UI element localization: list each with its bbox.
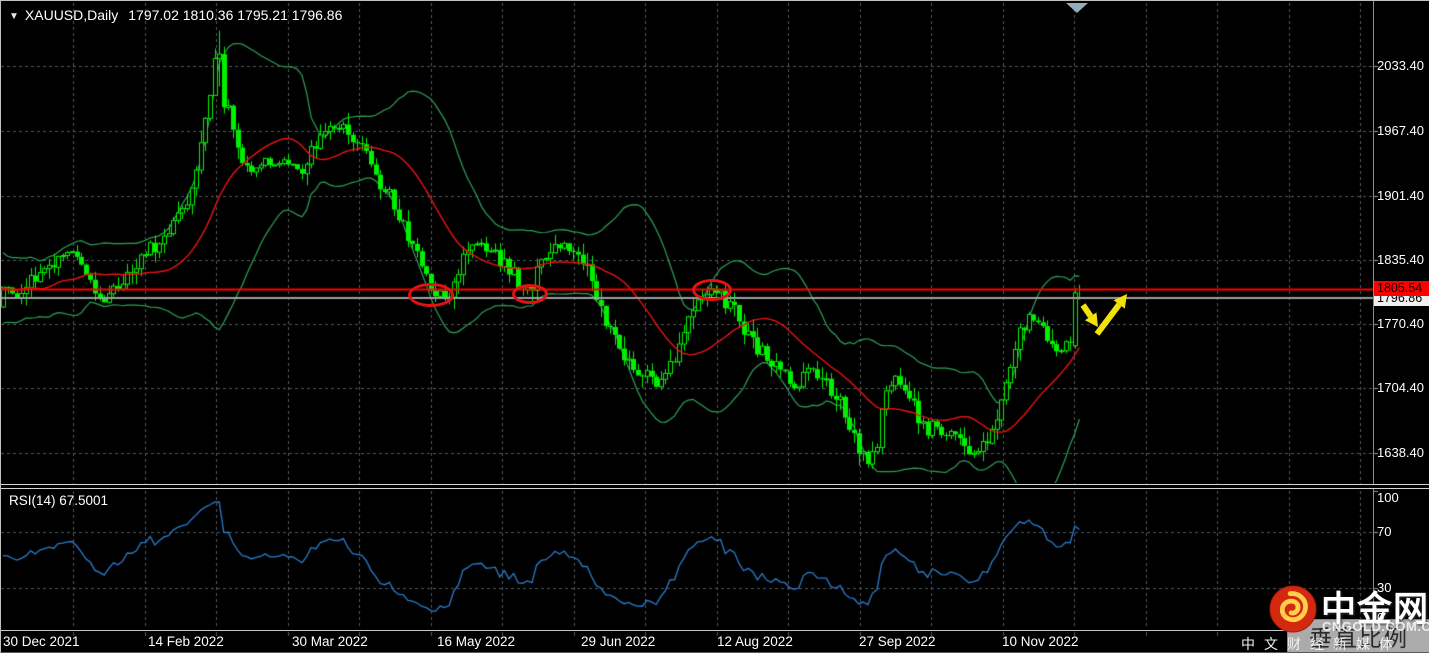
- time-axis-label: 14 Feb 2022: [148, 634, 224, 649]
- rsi-axis-label: 30: [1377, 580, 1391, 595]
- time-axis-label: 16 May 2022: [437, 634, 515, 649]
- rsi-axis-label: 70: [1377, 524, 1391, 539]
- rsi-axis-label: 0: [1377, 610, 1384, 625]
- ohlc-values: 1797.02 1810.36 1795.21 1796.86: [128, 7, 342, 23]
- cngold-logo-icon: [1269, 585, 1317, 633]
- time-axis-label: 30 Mar 2022: [292, 634, 368, 649]
- collapse-icon[interactable]: ▼: [9, 11, 19, 22]
- time-axis-label: 29 Jun 2022: [581, 634, 655, 649]
- rsi-axis[interactable]: 100 70 30 0: [1374, 1, 1429, 630]
- watermark-tagline: 中文财经新媒体: [1241, 634, 1402, 653]
- symbol-title: XAUUSD,Daily: [25, 7, 118, 23]
- chart-header: ▼ XAUUSD,Daily 1797.02 1810.36 1795.21 179…: [9, 7, 342, 23]
- time-axis[interactable]: 30 Dec 2021 14 Feb 2022 30 Mar 2022 16 May …: [1, 632, 1373, 653]
- time-axis-label: 30 Dec 2021: [3, 634, 80, 649]
- rsi-axis-label: 100: [1377, 490, 1399, 505]
- rsi-indicator-label: RSI(14) 67.5001: [9, 493, 108, 508]
- time-axis-label: 10 Nov 2022: [1002, 634, 1079, 649]
- last-bar-marker-icon[interactable]: [1066, 3, 1088, 13]
- panel-separator[interactable]: [1, 484, 1429, 489]
- time-axis-label: 12 Aug 2022: [717, 634, 793, 649]
- trend-arrows[interactable]: [1, 1, 1429, 653]
- chart-window: ▼ XAUUSD,Daily 1797.02 1810.36 1795.21 179…: [0, 0, 1429, 653]
- time-axis-separator: [1, 630, 1429, 631]
- time-axis-label: 27 Sep 2022: [859, 634, 936, 649]
